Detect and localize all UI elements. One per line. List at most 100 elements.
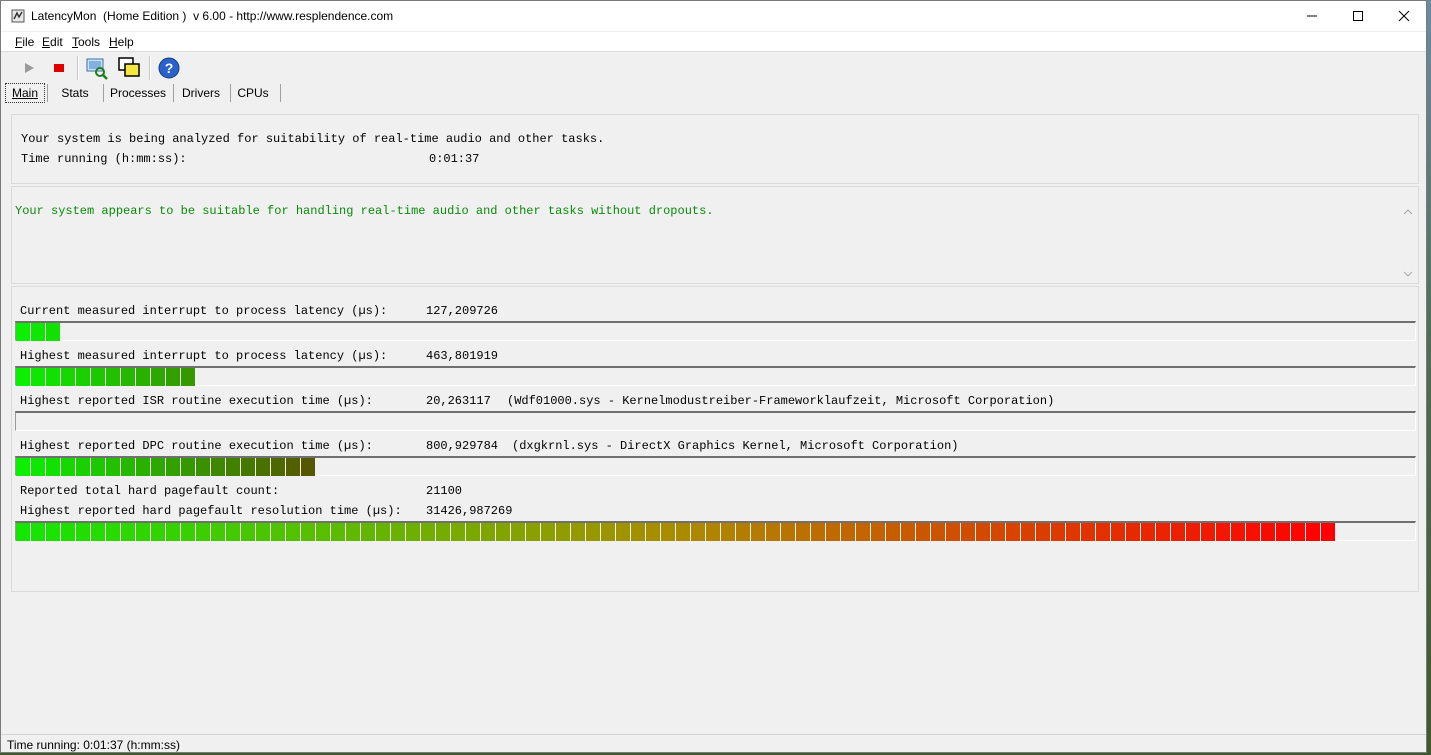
latency-bar (15, 456, 1416, 476)
bar-segment (46, 323, 61, 341)
bar-segment (706, 523, 721, 541)
bar-segment (91, 523, 106, 541)
bar-segment (976, 523, 991, 541)
metric-value: 127,209726 (426, 304, 499, 318)
menu-help[interactable]: Help (109, 35, 134, 49)
metric-value: 800,929784 (426, 439, 499, 453)
bar-segment (796, 523, 811, 541)
bar-segment (91, 368, 106, 386)
bar-segment (496, 523, 511, 541)
help-button[interactable]: ? (157, 56, 181, 80)
bar-segment (376, 523, 391, 541)
bar-segment (61, 458, 76, 476)
app-window: LatencyMon (Home Edition ) v 6.00 - http… (0, 0, 1427, 753)
analyze-drivers-button[interactable] (85, 56, 109, 80)
toolbar: ? (1, 53, 1426, 81)
bar-segment (226, 523, 241, 541)
bar-segment (946, 523, 961, 541)
bar-segment (856, 523, 871, 541)
app-icon (11, 9, 25, 23)
metric-detail: (dxgkrnl.sys - DirectX Graphics Kernel, … (512, 439, 959, 453)
minimize-button[interactable] (1289, 1, 1335, 31)
bar-segment (31, 458, 46, 476)
bar-segment (166, 458, 181, 476)
analysis-status-panel: Your system is being analyzed for suitab… (11, 114, 1419, 184)
bar-segment (361, 523, 376, 541)
tab-stats[interactable]: Stats (53, 83, 97, 103)
bar-fill (16, 368, 196, 386)
bar-segment (1321, 523, 1336, 541)
bar-segment (31, 323, 46, 341)
bar-segment (211, 458, 226, 476)
bar-segment (1096, 523, 1111, 541)
bar-segment (1186, 523, 1201, 541)
tab-separator (103, 84, 104, 102)
tab-separator (173, 84, 174, 102)
bar-segment (451, 523, 466, 541)
tab-processes[interactable]: Processes (109, 83, 167, 103)
bar-segment (1291, 523, 1306, 541)
bar-segment (121, 368, 136, 386)
conclusion-scrollbar[interactable] (1400, 203, 1416, 283)
tab-main[interactable]: Main (5, 83, 45, 103)
bar-segment (106, 368, 121, 386)
bar-fill (16, 458, 316, 476)
tab-drivers[interactable]: Drivers (179, 83, 223, 103)
bar-segment (481, 523, 496, 541)
bar-segment (841, 523, 856, 541)
bar-segment (1141, 523, 1156, 541)
menu-file[interactable]: File (15, 35, 34, 49)
close-icon (1398, 10, 1410, 22)
conclusion-text: Your system appears to be suitable for h… (15, 204, 714, 218)
metric-detail: (Wdf01000.sys - Kernelmodustreiber-Frame… (507, 394, 1055, 408)
bar-segment (631, 523, 646, 541)
bar-segment (271, 458, 286, 476)
bar-segment (286, 458, 301, 476)
tab-cpus[interactable]: CPUs (234, 83, 272, 103)
bar-segment (586, 523, 601, 541)
metric-label: Highest measured interrupt to process la… (20, 349, 388, 363)
toolbar-separator (77, 56, 79, 80)
tab-strip: Main Stats Processes Drivers CPUs (1, 83, 1426, 103)
bar-segment (121, 458, 136, 476)
start-button[interactable] (17, 56, 41, 80)
analysis-status-text: Your system is being analyzed for suitab… (21, 132, 605, 146)
bar-segment (211, 523, 226, 541)
start-icon (25, 63, 34, 73)
menu-edit[interactable]: Edit (42, 35, 63, 49)
menu-tools[interactable]: Tools (72, 35, 100, 49)
bar-segment (151, 458, 166, 476)
metric-label: Reported total hard pagefault count: (20, 484, 280, 498)
close-button[interactable] (1381, 1, 1427, 31)
bar-segment (151, 368, 166, 386)
bar-segment (151, 523, 166, 541)
metric-value: 31426,987269 (426, 504, 513, 518)
bar-segment (31, 368, 46, 386)
bar-segment (136, 458, 151, 476)
bar-segment (1171, 523, 1186, 541)
bar-segment (136, 523, 151, 541)
maximize-button[interactable] (1335, 1, 1381, 31)
bar-segment (241, 523, 256, 541)
bar-segment (1156, 523, 1171, 541)
bar-segment (1216, 523, 1231, 541)
bar-segment (76, 368, 91, 386)
bar-segment (121, 523, 136, 541)
bar-segment (1006, 523, 1021, 541)
latency-bar (15, 411, 1416, 431)
bar-segment (1051, 523, 1066, 541)
bar-segment (691, 523, 706, 541)
bar-segment (811, 523, 826, 541)
window-title: LatencyMon (Home Edition ) v 6.00 - http… (31, 9, 394, 23)
tab-separator (47, 84, 48, 102)
latency-bar (15, 521, 1416, 541)
time-running-label: Time running (h:mm:ss): (21, 152, 187, 166)
bar-segment (46, 523, 61, 541)
stop-button[interactable] (47, 56, 71, 80)
bar-segment (421, 523, 436, 541)
bar-segment (751, 523, 766, 541)
bar-segment (31, 523, 46, 541)
windows-button[interactable] (117, 56, 141, 80)
bar-segment (991, 523, 1006, 541)
title-bar[interactable]: LatencyMon (Home Edition ) v 6.00 - http… (1, 1, 1426, 31)
